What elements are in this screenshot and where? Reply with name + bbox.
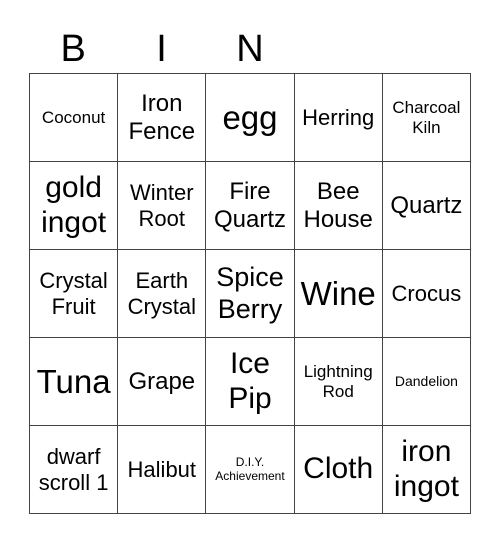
bingo-cell[interactable]: Cloth	[294, 426, 383, 514]
bingo-cell[interactable]: Crocus	[382, 250, 471, 338]
bingo-cell[interactable]: Bee House	[294, 162, 383, 250]
bingo-header: B I N	[29, 26, 471, 73]
bingo-cell[interactable]: Dandelion	[382, 338, 471, 426]
bingo-cell[interactable]: Charcoal Kiln	[382, 74, 471, 162]
header-letter-i: I	[156, 28, 167, 70]
header-letter-g	[294, 26, 382, 73]
bingo-grid: Coconut Iron Fence egg Herring Charcoal …	[29, 73, 471, 514]
bingo-cell[interactable]: Wine	[294, 250, 383, 338]
bingo-cell[interactable]: Spice Berry	[206, 250, 295, 338]
bingo-cell[interactable]: Grape	[118, 338, 207, 426]
bingo-cell[interactable]: Iron Fence	[118, 74, 207, 162]
bingo-cell[interactable]: Herring	[294, 74, 383, 162]
bingo-cell[interactable]: dwarf scroll 1	[30, 426, 119, 514]
bingo-cell[interactable]: Tuna	[30, 338, 119, 426]
bingo-cell[interactable]: Halibut	[118, 426, 207, 514]
bingo-cell[interactable]: Fire Quartz	[206, 162, 295, 250]
bingo-cell[interactable]: iron ingot	[382, 426, 471, 514]
bingo-cell[interactable]: egg	[206, 74, 295, 162]
bingo-cell[interactable]: Earth Crystal	[118, 250, 207, 338]
header-letter-o	[383, 26, 471, 73]
bingo-cell[interactable]: Quartz	[382, 162, 471, 250]
bingo-cell[interactable]: gold ingot	[30, 162, 119, 250]
bingo-cell[interactable]: Lightning Rod	[294, 338, 383, 426]
header-letter-n: N	[236, 28, 264, 70]
header-letter-b: B	[60, 28, 86, 70]
bingo-cell[interactable]: Ice Pip	[206, 338, 295, 426]
bingo-cell[interactable]: Crystal Fruit	[30, 250, 119, 338]
bingo-cell[interactable]: Winter Root	[118, 162, 207, 250]
bingo-cell[interactable]: Coconut	[30, 74, 119, 162]
bingo-cell[interactable]: D.I.Y. Achievement	[206, 426, 295, 514]
